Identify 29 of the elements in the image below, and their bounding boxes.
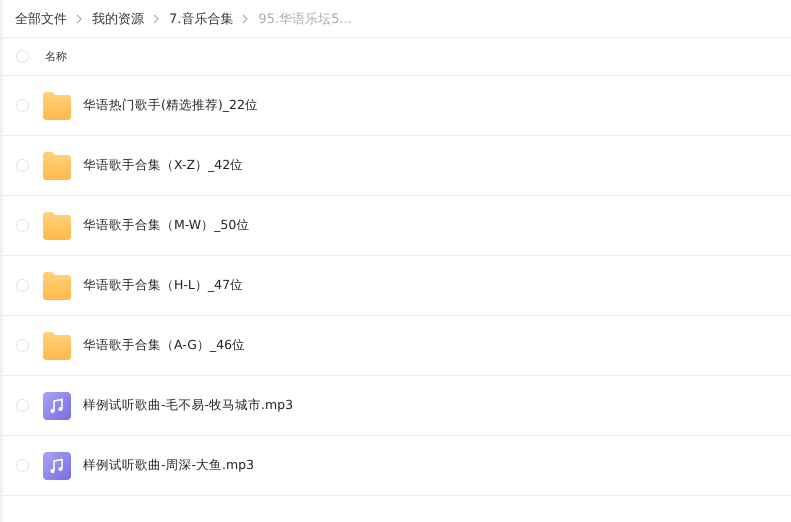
file-name[interactable]: 华语歌手合集（X-Z）_42位	[83, 157, 244, 174]
breadcrumb-link[interactable]: 全部文件	[15, 10, 67, 28]
file-name[interactable]: 样例试听歌曲-周深-大鱼.mp3	[83, 457, 254, 474]
row-checkbox[interactable]	[16, 339, 29, 352]
select-all-checkbox[interactable]	[16, 50, 29, 63]
row-checkbox[interactable]	[16, 99, 29, 112]
file-name[interactable]: 样例试听歌曲-毛不易-牧马城市.mp3	[83, 397, 294, 414]
row-checkbox[interactable]	[16, 159, 29, 172]
chevron-icon	[76, 14, 83, 24]
folder-icon	[43, 212, 71, 240]
breadcrumb-link[interactable]: 7.音乐合集	[169, 10, 234, 28]
file-name[interactable]: 华语热门歌手(精选推荐)_22位	[83, 97, 258, 114]
folder-icon	[43, 272, 71, 300]
file-name[interactable]: 华语歌手合集（A-G）_46位	[83, 337, 246, 354]
breadcrumb-link[interactable]: 我的资源	[92, 10, 144, 28]
file-name[interactable]: 华语歌手合集（M-W）_50位	[83, 217, 250, 234]
folder-icon	[43, 332, 71, 360]
row-checkbox[interactable]	[16, 219, 29, 232]
folder-icon	[43, 92, 71, 120]
music-note-icon	[43, 452, 71, 480]
column-header: 名称	[45, 49, 67, 64]
folder-icon	[43, 152, 71, 180]
music-note-icon	[43, 392, 71, 420]
chevron-icon	[153, 14, 160, 24]
chevron-icon	[242, 14, 250, 24]
row-checkbox[interactable]	[16, 279, 29, 292]
file-name[interactable]: 华语歌手合集（H-L）_47位	[83, 277, 244, 294]
row-checkbox[interactable]	[16, 459, 29, 472]
row-checkbox[interactable]	[16, 399, 29, 412]
